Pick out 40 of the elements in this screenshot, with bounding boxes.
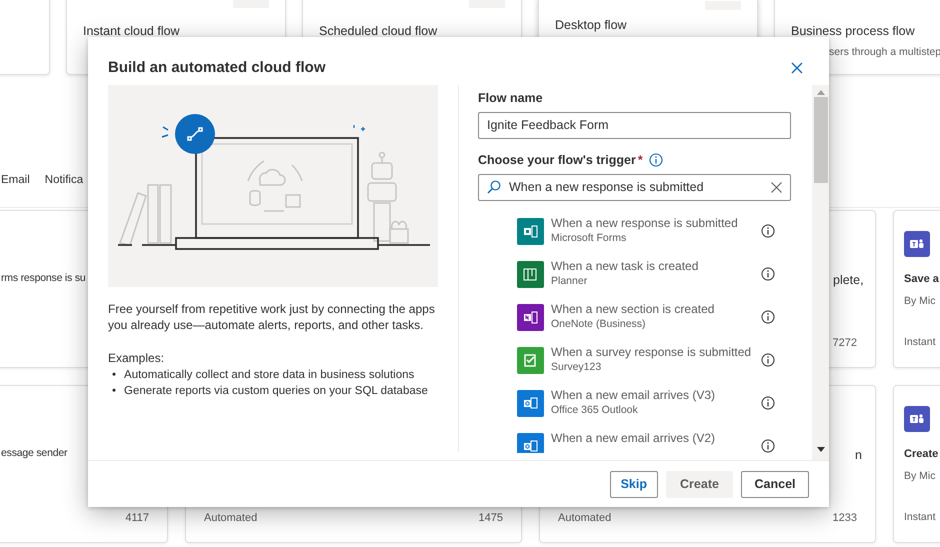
connector-name: OneNote (Business) xyxy=(551,317,647,332)
template-title: Save a xyxy=(904,272,939,287)
trigger-title: When a new response is submitted xyxy=(551,216,739,231)
trigger-title: When a new task is created xyxy=(551,259,700,274)
flow-type-label: Instant xyxy=(904,510,936,526)
examples-label: Examples: xyxy=(108,350,166,367)
template-title: rms response is su xyxy=(1,271,86,286)
trigger-title: When a new section is created xyxy=(551,302,716,317)
template-title: n xyxy=(855,447,862,464)
connector-name: Survey123 xyxy=(551,360,602,375)
card-title: Desktop flow xyxy=(555,17,627,34)
dialog-title: Build an automated cloud flow xyxy=(108,58,326,78)
field-label: Choose your flow's trigger xyxy=(478,152,636,169)
template-author: By Mic xyxy=(904,294,936,308)
flow-type-label: Automated xyxy=(558,510,612,526)
template-title: Create xyxy=(904,447,938,462)
connector-name: Planner xyxy=(551,274,588,289)
template-title: essage sender xyxy=(1,446,68,461)
card-title: Business process flow xyxy=(791,23,915,40)
card-title: Instant cloud flow xyxy=(83,23,180,40)
bullet-mark: • xyxy=(112,384,116,399)
connector-name: Microsoft Forms xyxy=(551,231,628,246)
example-item: Automatically collect and store data in business solutions xyxy=(124,368,414,383)
trigger-title: When a new email arrives (V2) xyxy=(551,431,716,446)
bullet-mark: • xyxy=(112,368,116,383)
flow-type-label: Instant xyxy=(904,335,936,350)
trigger-title: When a survey response is submitted xyxy=(551,345,752,360)
card-title: Scheduled cloud flow xyxy=(319,23,438,40)
required-asterisk: * xyxy=(638,152,643,169)
flow-type-label: Automated xyxy=(204,510,258,526)
usage-count: 4117 xyxy=(125,510,149,526)
field-label: Flow name xyxy=(478,90,543,107)
usage-count: 1475 xyxy=(478,510,503,526)
trigger-title: When a new email arrives (V3) xyxy=(551,388,716,403)
usage-count: 7272 xyxy=(832,336,857,350)
template-title: plete, xyxy=(833,272,864,289)
connector-name: Office 365 Outlook xyxy=(551,403,639,418)
usage-count: 1233 xyxy=(832,510,857,526)
description-text: Free yourself from repetitive work just by connecting the apps you already use—automate alerts, reports, and other tasks. xyxy=(108,301,436,333)
template-author: By Mic xyxy=(904,468,936,484)
